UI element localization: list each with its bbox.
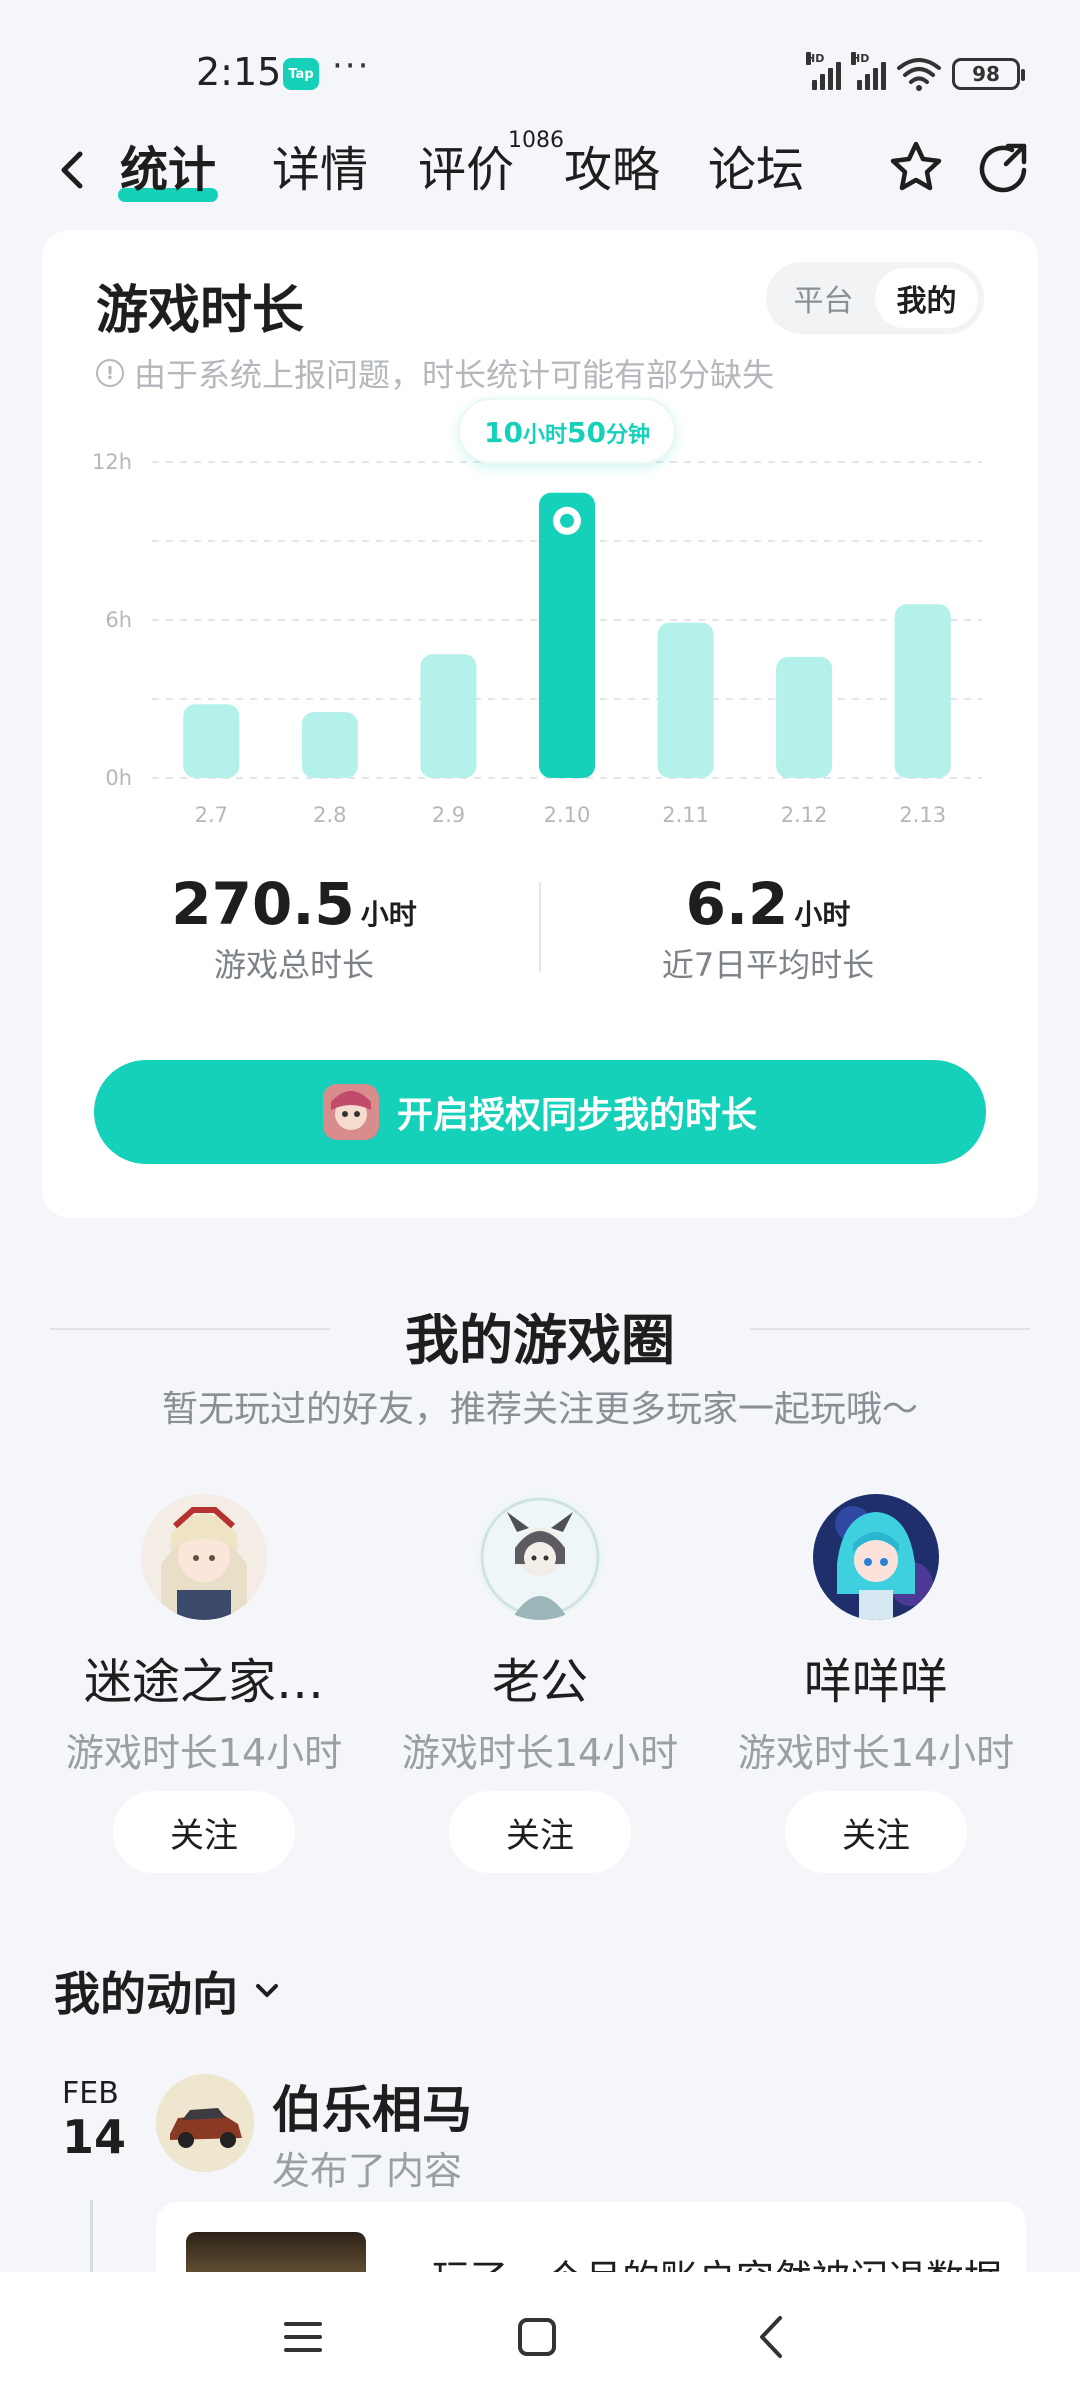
follow-button[interactable]: 关注 [785, 1791, 967, 1873]
avatar[interactable] [156, 2074, 254, 2172]
back-icon[interactable] [48, 140, 98, 200]
x-tick-label: 2.7 [195, 803, 228, 827]
system-nav-bar [0, 2272, 1080, 2400]
more-notifications-icon: ··· [332, 46, 371, 86]
my-activity-title: 我的动向 [54, 1967, 238, 2021]
bar [420, 654, 477, 778]
bar [301, 712, 358, 778]
bar [183, 704, 240, 778]
avatar[interactable] [813, 1494, 939, 1620]
y-tick-label: 0h [105, 766, 132, 790]
sync-playtime-button[interactable]: 开启授权同步我的时长 [94, 1060, 986, 1164]
star-icon[interactable] [886, 138, 946, 198]
bar [776, 656, 833, 778]
share-icon[interactable] [974, 138, 1034, 198]
friend-playtime: 游戏时长14小时 [401, 1731, 679, 1775]
friend-card: 咩咩咩 游戏时长14小时 关注 [716, 1494, 1036, 1873]
x-tick-label: 2.11 [662, 803, 709, 827]
bar-highlighted [539, 492, 595, 778]
playtime-stats: 270.5 小时 游戏总时长 6.2 小时 近7日平均时长 [42, 870, 1038, 984]
timeline-line [90, 2200, 93, 2280]
bar [894, 604, 951, 778]
x-tick-label: 2.8 [313, 803, 346, 827]
stats-divider [539, 882, 541, 972]
average-value: 6.2 [685, 870, 789, 938]
review-count-badge: 1086 [508, 128, 564, 153]
taptap-notification-icon: Tap [283, 58, 319, 90]
status-icons: HD HD 98 [806, 52, 1025, 92]
total-value: 270.5 [171, 870, 355, 938]
tab-stats[interactable]: 统计 [117, 132, 219, 208]
signal-icon-2: HD [851, 52, 886, 90]
top-nav: 统计 详情 评价 1086 攻略 论坛 [0, 120, 1080, 220]
signal-icon: HD [806, 52, 841, 90]
chevron-down-icon [256, 1984, 278, 1997]
x-tick-label: 2.9 [432, 803, 465, 827]
tab-details[interactable]: 详情 [272, 132, 368, 208]
x-tick-label: 2.13 [899, 803, 946, 827]
y-tick-label: 12h [92, 450, 132, 474]
wifi-icon [897, 58, 941, 91]
total-unit: 小时 [360, 898, 417, 931]
friend-playtime: 游戏时长14小时 [65, 1731, 343, 1775]
activity-month: FEB [62, 2076, 119, 2111]
playtime-chart: 12h6h0h2.7 2.8 2.9 2.1010小时50分钟2.11 2.12 2.13 [92, 397, 982, 827]
friend-card: 迷途之家… 游戏时长14小时 关注 [44, 1494, 364, 1873]
home-icon[interactable] [502, 2302, 572, 2372]
tab-guides[interactable]: 攻略 [564, 132, 660, 208]
avatar[interactable] [141, 1494, 267, 1620]
average-playtime: 6.2 小时 近7日平均时长 [568, 870, 968, 986]
average-label: 近7日平均时长 [661, 946, 875, 984]
menu-icon[interactable] [268, 2302, 338, 2372]
bar [657, 622, 714, 778]
friend-name: 咩咩咩 [803, 1654, 948, 1710]
game-circle-title: 我的游戏圈 [405, 1309, 675, 1372]
avatar[interactable] [477, 1494, 603, 1620]
total-label: 游戏总时长 [213, 946, 374, 984]
tab-forum[interactable]: 论坛 [708, 132, 804, 208]
follow-button[interactable]: 关注 [449, 1791, 631, 1873]
status-bar: 2:15 Tap ··· HD HD 98 [0, 0, 1080, 120]
follow-button[interactable]: 关注 [113, 1791, 295, 1873]
back-nav-icon[interactable] [738, 2302, 808, 2372]
activity-day: 14 [62, 2110, 127, 2164]
average-unit: 小时 [794, 898, 851, 931]
friend-name: 迷途之家… [83, 1654, 324, 1710]
total-playtime: 270.5 小时 游戏总时长 [94, 870, 494, 986]
my-activity-dropdown[interactable]: 我的动向 [54, 1958, 282, 2024]
friend-card: 老公 游戏时长14小时 关注 [380, 1494, 700, 1873]
status-time: 2:15 [196, 50, 282, 94]
x-tick-label: 2.12 [781, 803, 828, 827]
friend-playtime: 游戏时长14小时 [737, 1731, 1015, 1775]
battery-icon: 98 [952, 58, 1025, 90]
game-circle-header: 我的游戏圈 [50, 1290, 1030, 1372]
game-avatar [322, 1084, 379, 1140]
x-tick-label: 2.10 [544, 803, 591, 827]
activity-description: 发布了内容 [272, 2149, 463, 2193]
sync-button-label: 开启授权同步我的时长 [396, 1095, 757, 1136]
bar-marker-dot [560, 513, 574, 528]
divider-right [750, 1328, 1030, 1330]
playtime-card: 游戏时长 平台 我的 ! 由于系统上报问题，时长统计可能有部分缺失 12h 6h 0… [42, 230, 1038, 1218]
friend-name: 老公 [491, 1654, 588, 1710]
activity-username[interactable]: 伯乐相马 [272, 2070, 472, 2142]
tab-reviews[interactable]: 评价 [418, 132, 514, 208]
game-circle-subtitle: 暂无玩过的好友，推荐关注更多玩家一起玩哦～ [161, 1389, 918, 1430]
y-tick-label: 6h [105, 608, 132, 632]
